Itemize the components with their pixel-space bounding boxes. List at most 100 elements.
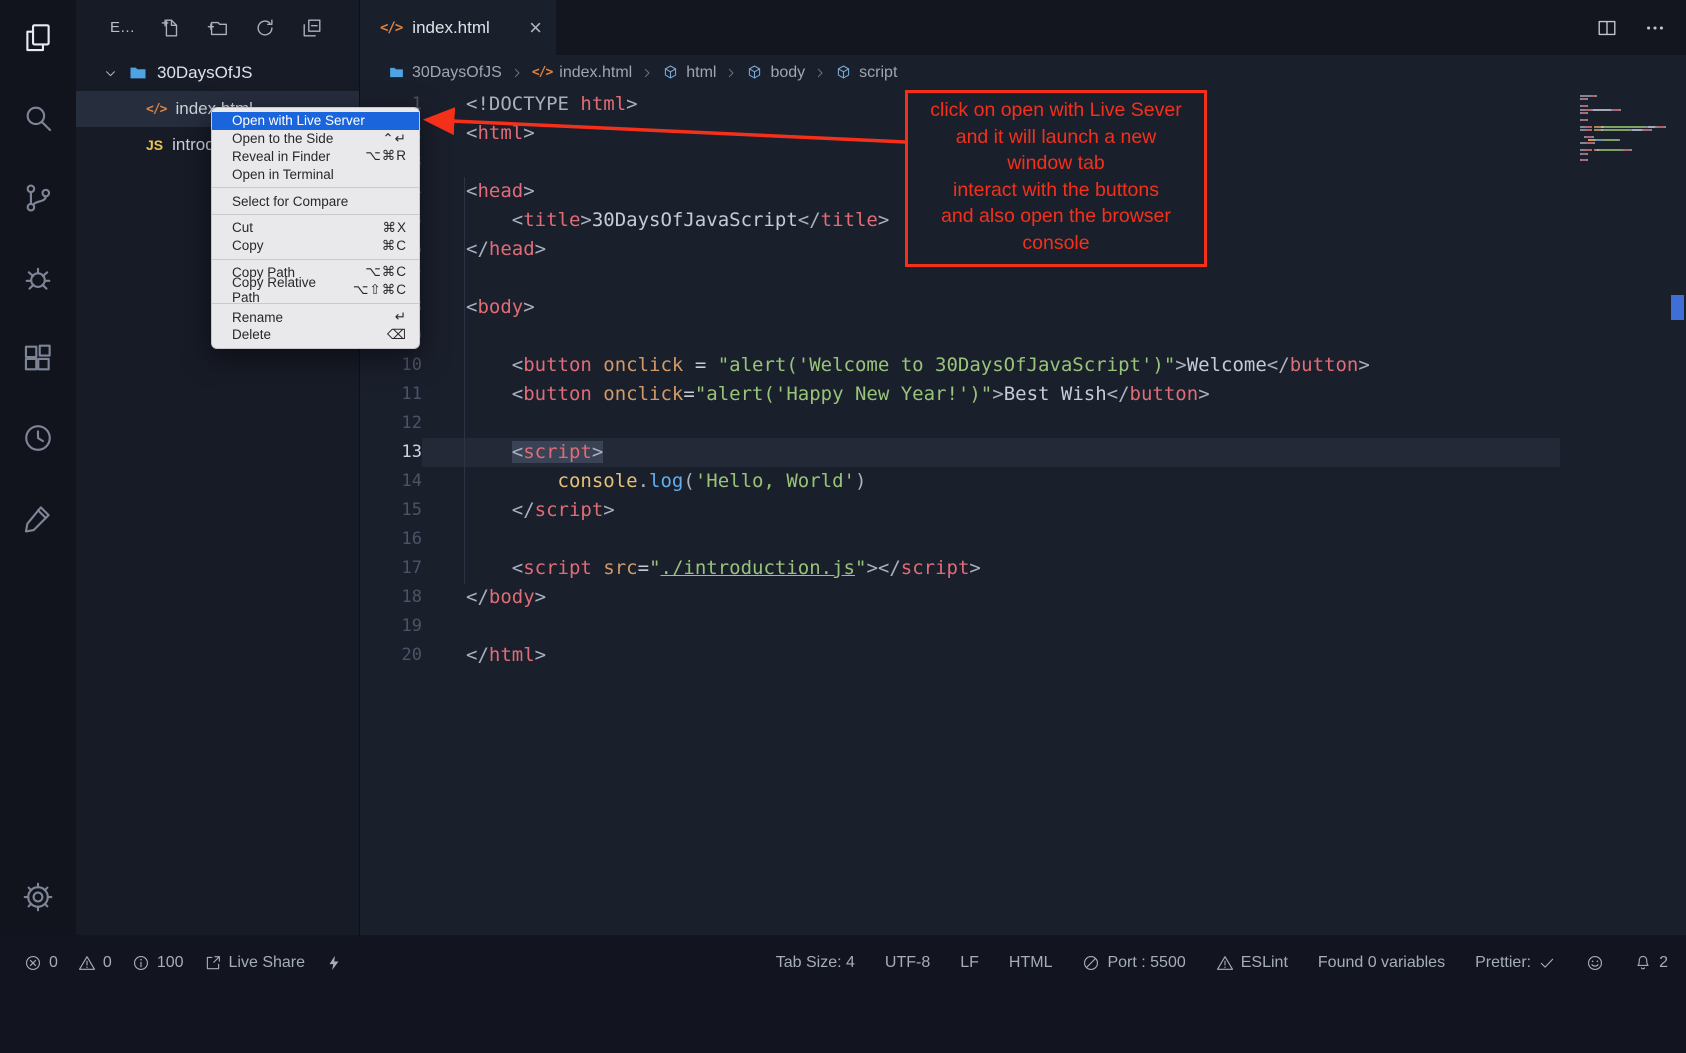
code-line-text[interactable] bbox=[422, 322, 1560, 351]
new-folder-icon[interactable] bbox=[207, 17, 229, 39]
status-language-mode[interactable]: HTML bbox=[1009, 954, 1053, 972]
minimap-line bbox=[1580, 139, 1670, 141]
status-prettier[interactable]: Prettier: bbox=[1475, 954, 1556, 972]
status-warnings[interactable]: 0 bbox=[78, 954, 112, 972]
menu-item-open-with-live-server[interactable]: Open with Live Server bbox=[212, 112, 419, 130]
folder-label: 30DaysOfJS bbox=[157, 63, 252, 83]
breadcrumb-item-body[interactable]: body bbox=[746, 64, 805, 82]
minimap-line bbox=[1580, 98, 1670, 100]
status-tab-size[interactable]: Tab Size: 4 bbox=[776, 954, 855, 972]
code-line-7: 7 bbox=[360, 264, 1686, 293]
status-encoding-label: UTF-8 bbox=[885, 954, 930, 972]
code-line-text[interactable]: <script> bbox=[422, 438, 1560, 467]
status-infos[interactable]: 100 bbox=[132, 954, 184, 972]
code-line-text[interactable]: <script src="./introduction.js"></script… bbox=[422, 554, 1560, 583]
breadcrumb: 30DaysOfJS </> index.html html body script bbox=[360, 55, 1686, 90]
sidebar-title: E… bbox=[110, 19, 135, 36]
code-line-text[interactable]: <button onclick="alert('Happy New Year!'… bbox=[422, 380, 1560, 409]
code-line-text[interactable] bbox=[422, 612, 1560, 641]
status-eslint[interactable]: ESLint bbox=[1216, 954, 1288, 972]
menu-item-cut[interactable]: Cut⌘X bbox=[212, 219, 419, 237]
minimap-line bbox=[1580, 129, 1670, 131]
status-language-mode-label: HTML bbox=[1009, 954, 1053, 972]
line-number: 15 bbox=[360, 496, 422, 525]
code-line-text[interactable]: <body> bbox=[422, 293, 1560, 322]
annotation-line: console bbox=[914, 230, 1198, 257]
annotation-line: window tab bbox=[914, 150, 1198, 177]
menu-item-label: Open with Live Server bbox=[232, 113, 407, 128]
line-number: 20 bbox=[360, 641, 422, 670]
minimap-line bbox=[1580, 102, 1670, 104]
status-bar-right: Tab Size: 4 UTF-8 LF HTML Port : 5500 ESLint F… bbox=[776, 954, 1668, 972]
minimap-line bbox=[1580, 153, 1670, 155]
history-icon[interactable] bbox=[14, 414, 62, 462]
scrollbar-marker[interactable] bbox=[1671, 295, 1684, 320]
menu-item-open-in-terminal[interactable]: Open in Terminal bbox=[212, 165, 419, 183]
tab-index-html[interactable]: </> index.html × bbox=[360, 0, 556, 55]
vscode-window: E… 30DaysOfJS </>index.htmlJSintroductio… bbox=[0, 0, 1686, 1053]
debug-icon[interactable] bbox=[14, 254, 62, 302]
breadcrumb-label: html bbox=[686, 64, 716, 82]
menu-item-open-to-the-side[interactable]: Open to the Side⌃↵ bbox=[212, 130, 419, 148]
more-actions-icon[interactable] bbox=[1644, 17, 1666, 39]
code-line-text[interactable]: </body> bbox=[422, 583, 1560, 612]
tab-close-icon[interactable]: × bbox=[529, 17, 542, 39]
folder-icon bbox=[128, 63, 148, 83]
extensions-icon[interactable] bbox=[14, 334, 62, 382]
breadcrumb-label: index.html bbox=[559, 64, 632, 82]
settings-gear-icon[interactable] bbox=[14, 873, 62, 921]
menu-item-label: Rename bbox=[232, 310, 381, 325]
status-found-variables[interactable]: Found 0 variables bbox=[1318, 954, 1445, 972]
status-notifications[interactable]: 2 bbox=[1634, 954, 1668, 972]
menu-item-select-for-compare[interactable]: Select for Compare bbox=[212, 192, 419, 210]
menu-item-reveal-in-finder[interactable]: Reveal in Finder⌥⌘R bbox=[212, 148, 419, 166]
status-eol[interactable]: LF bbox=[960, 954, 979, 972]
menu-item-copy[interactable]: Copy⌘C bbox=[212, 237, 419, 255]
status-errors[interactable]: 0 bbox=[24, 954, 58, 972]
status-live-share[interactable]: Live Share bbox=[204, 954, 306, 972]
chevron-right-icon bbox=[639, 65, 655, 81]
status-live-server-port[interactable]: Port : 5500 bbox=[1082, 954, 1185, 972]
code-line-text[interactable] bbox=[422, 264, 1560, 293]
line-number: 16 bbox=[360, 525, 422, 554]
menu-item-delete[interactable]: Delete⌫ bbox=[212, 326, 419, 344]
breadcrumb-item-html[interactable]: html bbox=[662, 64, 716, 82]
pen-icon[interactable] bbox=[14, 494, 62, 542]
source-control-icon[interactable] bbox=[14, 174, 62, 222]
split-editor-icon[interactable] bbox=[1596, 17, 1618, 39]
menu-item-copy-relative-path[interactable]: Copy Relative Path⌥⇧⌘C bbox=[212, 281, 419, 299]
folder-icon bbox=[388, 64, 405, 81]
explorer-icon[interactable] bbox=[14, 14, 62, 62]
minimap-line bbox=[1580, 159, 1670, 161]
status-power[interactable] bbox=[325, 954, 343, 972]
minimap-line bbox=[1580, 122, 1670, 124]
line-number: 13 bbox=[360, 438, 422, 467]
breadcrumb-item-index-html[interactable]: </> index.html bbox=[532, 64, 632, 82]
breadcrumb-item-30daysofjs[interactable]: 30DaysOfJS bbox=[388, 64, 502, 82]
minimap[interactable] bbox=[1580, 95, 1670, 163]
warning-triangle-icon bbox=[1216, 954, 1234, 972]
status-feedback[interactable] bbox=[1586, 954, 1604, 972]
menu-item-rename[interactable]: Rename↵ bbox=[212, 308, 419, 326]
new-file-icon[interactable] bbox=[160, 17, 182, 39]
code-line-text[interactable]: console.log('Hello, World') bbox=[422, 467, 1560, 496]
status-eol-label: LF bbox=[960, 954, 979, 972]
code-line-16: 16 bbox=[360, 525, 1686, 554]
code-line-text[interactable] bbox=[422, 525, 1560, 554]
code-line-text[interactable]: </html> bbox=[422, 641, 1560, 670]
minimap-line bbox=[1580, 105, 1670, 107]
code-line-text[interactable]: <button onclick = "alert('Welcome to 30D… bbox=[422, 351, 1560, 380]
refresh-icon[interactable] bbox=[254, 17, 276, 39]
status-bar-left: 0 0 100 Live Share bbox=[24, 954, 343, 972]
check-icon bbox=[1538, 954, 1556, 972]
menu-item-label: Delete bbox=[232, 327, 373, 342]
status-encoding[interactable]: UTF-8 bbox=[885, 954, 930, 972]
folder-row-30daysofjs[interactable]: 30DaysOfJS bbox=[76, 55, 359, 91]
code-tag-icon: </> bbox=[532, 65, 552, 80]
collapse-all-icon[interactable] bbox=[301, 17, 323, 39]
code-line-text[interactable] bbox=[422, 409, 1560, 438]
search-icon[interactable] bbox=[14, 94, 62, 142]
code-line-text[interactable]: </script> bbox=[422, 496, 1560, 525]
breadcrumb-item-script[interactable]: script bbox=[835, 64, 897, 82]
tab-label: index.html bbox=[412, 18, 519, 38]
